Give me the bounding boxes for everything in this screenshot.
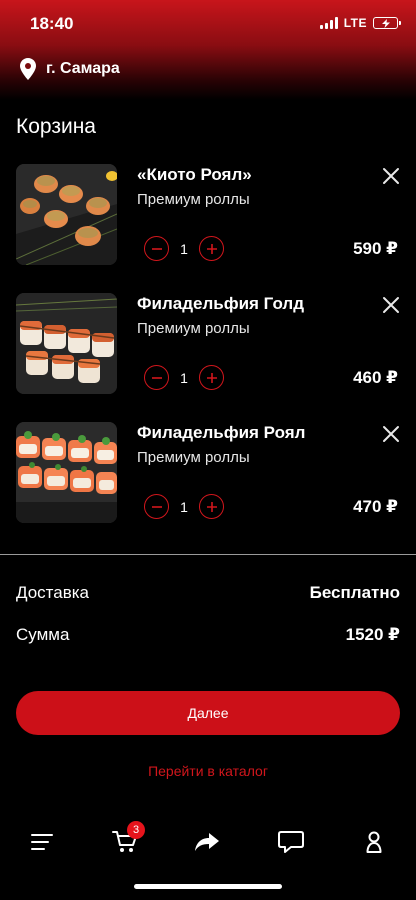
header: 18:40 LTE г. Самара <box>0 0 416 100</box>
remove-item-button[interactable] <box>380 165 402 187</box>
quantity-stepper: 1 <box>144 365 224 390</box>
quantity-value: 1 <box>180 240 188 257</box>
product-image <box>16 422 117 523</box>
remove-item-button[interactable] <box>380 423 402 445</box>
page-title: Корзина <box>16 115 96 138</box>
cart-item: «Киото Роял» Премиум роллы 1 590 ₽ <box>0 162 416 266</box>
battery-charging-icon <box>373 17 401 29</box>
decrease-quantity-button[interactable] <box>144 494 169 519</box>
product-image <box>16 293 117 394</box>
city-name: г. Самара <box>46 60 120 77</box>
product-category: Премиум роллы <box>137 191 250 208</box>
increase-quantity-button[interactable] <box>199 494 224 519</box>
quantity-stepper: 1 <box>144 494 224 519</box>
product-name: Филадельфия Голд <box>137 294 305 313</box>
menu-icon <box>31 833 53 851</box>
share-icon <box>194 832 220 852</box>
quantity-value: 1 <box>180 498 188 515</box>
remove-item-button[interactable] <box>380 294 402 316</box>
delivery-value: Бесплатно <box>309 583 400 602</box>
location-selector[interactable]: г. Самара <box>20 58 120 80</box>
tab-profile[interactable] <box>354 822 394 862</box>
status-indicators: LTE <box>319 16 401 30</box>
chat-icon <box>278 831 304 853</box>
total-label: Сумма <box>16 625 70 644</box>
delivery-label: Доставка <box>16 583 90 602</box>
tab-share[interactable] <box>187 822 227 862</box>
delivery-row: Доставка Бесплатно <box>16 583 400 603</box>
product-price: 590 ₽ <box>353 239 398 258</box>
signal-icon <box>319 17 338 29</box>
tab-menu[interactable] <box>22 822 62 862</box>
go-to-catalog-link[interactable]: Перейти в каталог <box>0 763 416 779</box>
decrease-quantity-button[interactable] <box>144 365 169 390</box>
home-indicator[interactable] <box>134 884 282 889</box>
map-pin-icon <box>20 58 36 80</box>
tab-cart[interactable]: 3 <box>105 821 145 862</box>
decrease-quantity-button[interactable] <box>144 236 169 261</box>
tab-bar: 3 <box>0 821 416 862</box>
divider <box>0 554 416 555</box>
increase-quantity-button[interactable] <box>199 236 224 261</box>
increase-quantity-button[interactable] <box>199 365 224 390</box>
tab-chat[interactable] <box>271 822 311 862</box>
profile-icon <box>366 831 382 853</box>
next-button[interactable]: Далее <box>16 691 400 735</box>
quantity-value: 1 <box>180 369 188 386</box>
cart-item: Филадельфия Голд Премиум роллы 1 460 ₽ <box>0 291 416 395</box>
product-name: «Киото Роял» <box>137 165 252 184</box>
product-image <box>16 164 117 265</box>
product-name: Филадельфия Роял <box>137 423 306 442</box>
product-category: Премиум роллы <box>137 449 250 466</box>
product-price: 460 ₽ <box>353 368 398 387</box>
product-category: Премиум роллы <box>137 320 250 337</box>
product-price: 470 ₽ <box>353 497 398 516</box>
cart-badge: 3 <box>127 821 145 839</box>
network-label: LTE <box>343 16 367 30</box>
status-time: 18:40 <box>30 14 74 33</box>
status-bar: 18:40 LTE <box>0 0 416 48</box>
quantity-stepper: 1 <box>144 236 224 261</box>
total-row: Сумма 1520 ₽ <box>16 625 400 645</box>
cart-item: Филадельфия Роял Премиум роллы 1 470 ₽ <box>0 420 416 524</box>
total-value: 1520 ₽ <box>345 625 400 644</box>
